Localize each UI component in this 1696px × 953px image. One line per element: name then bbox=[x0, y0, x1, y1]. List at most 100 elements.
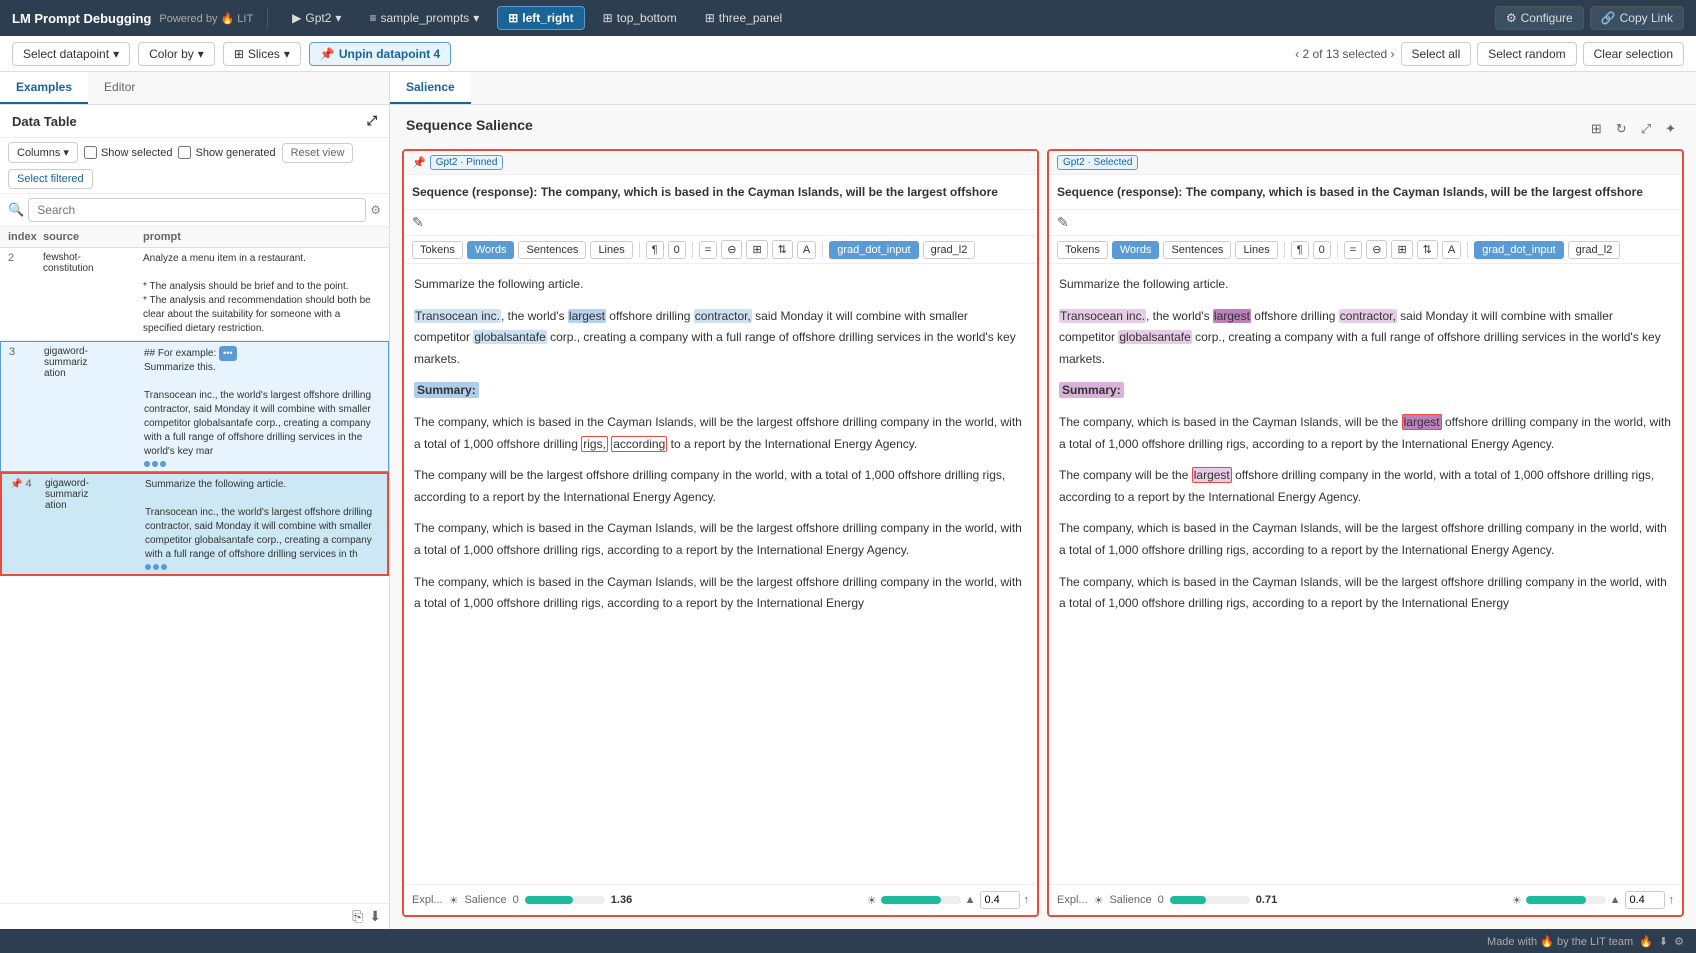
nav-tab-gpt2[interactable]: ▶ Gpt2 ▾ bbox=[282, 7, 351, 29]
download-icon[interactable]: ⬇ bbox=[369, 908, 381, 925]
unpin-datapoint-button[interactable]: 📌 Unpin datapoint 4 bbox=[309, 42, 451, 66]
select-all-button[interactable]: Select all bbox=[1401, 42, 1472, 66]
reset-view-button[interactable]: Reset view bbox=[282, 143, 354, 163]
words-btn-pinned[interactable]: Words bbox=[467, 241, 515, 259]
lines-btn-pinned[interactable]: Lines bbox=[590, 241, 632, 259]
expand-icon[interactable]: ⤢ bbox=[1637, 119, 1655, 139]
table-row[interactable]: 📌4 gigaword-summarization Summarize the … bbox=[0, 472, 389, 576]
body-para1-sel: The company, which is based in the Cayma… bbox=[1059, 412, 1672, 455]
salience-footer-selected: Expl... ☀ Salience 0 0.71 ☀ bbox=[1049, 884, 1682, 915]
grid-icon[interactable]: ⊞ bbox=[1391, 240, 1412, 259]
settings-icon-footer[interactable]: ⚙ bbox=[1674, 935, 1684, 948]
grid-icon[interactable]: ⊞ bbox=[746, 240, 767, 259]
select-datapoint-button[interactable]: Select datapoint ▾ bbox=[12, 42, 130, 66]
chevron-down-icon: ▾ bbox=[198, 47, 204, 61]
zero-icon[interactable]: 0 bbox=[1313, 241, 1331, 259]
summary-label-sel: Summary: bbox=[1059, 382, 1124, 398]
tab-examples[interactable]: Examples bbox=[0, 72, 88, 104]
arrow-up-icon-sel: ▲ bbox=[1610, 894, 1621, 906]
article-section: Transocean inc., the world's largest off… bbox=[414, 306, 1027, 371]
edit-icon-selected[interactable]: ✎ bbox=[1049, 210, 1682, 236]
separator bbox=[1337, 242, 1338, 258]
sparkle-icon[interactable]: ✦ bbox=[1661, 119, 1680, 139]
largest-highlight: largest bbox=[568, 309, 606, 323]
temp-input-pinned[interactable] bbox=[980, 891, 1020, 909]
separator bbox=[822, 242, 823, 258]
instruction-text: Summarize the following article. bbox=[414, 277, 583, 291]
table-footer: ⎘ ⬇ bbox=[0, 903, 389, 929]
contractor-highlight: contractor, bbox=[694, 309, 752, 323]
table-row[interactable]: 3 gigaword-summarization ## For example:… bbox=[0, 341, 389, 472]
color-by-button[interactable]: Color by ▾ bbox=[138, 42, 215, 66]
right-panel-icons: ⊞ ↻ ⤢ ✦ bbox=[1587, 119, 1680, 139]
paragraph-icon[interactable]: ¶ bbox=[646, 241, 664, 259]
lines-btn-selected[interactable]: Lines bbox=[1235, 241, 1277, 259]
nav-tab-left-right[interactable]: ⊞ left_right bbox=[497, 6, 584, 30]
largest-boxed: largest bbox=[1402, 414, 1442, 430]
text-icon[interactable]: A bbox=[1442, 241, 1461, 259]
text-icon[interactable]: A bbox=[797, 241, 816, 259]
arrows-icon[interactable]: ⇅ bbox=[772, 240, 793, 259]
select-random-button[interactable]: Select random bbox=[1477, 42, 1576, 66]
grad-dot-input-btn[interactable]: grad_dot_input bbox=[829, 241, 918, 259]
nav-tab-top-bottom[interactable]: ⊞ top_bottom bbox=[593, 7, 687, 29]
sequence-response-pinned: Sequence (response): The company, which … bbox=[404, 175, 1037, 210]
nav-separator bbox=[267, 8, 268, 28]
table-row[interactable]: 2 fewshot-constitution Analyze a menu it… bbox=[0, 248, 389, 341]
contractor-highlight-sel: contractor, bbox=[1339, 309, 1397, 323]
upload-icon[interactable]: ↑ bbox=[1024, 894, 1030, 906]
temp-input-selected[interactable] bbox=[1625, 891, 1665, 909]
arrows-icon[interactable]: ⇅ bbox=[1417, 240, 1438, 259]
paragraph-icon[interactable]: ¶ bbox=[1291, 241, 1309, 259]
grad-l2-btn-sel[interactable]: grad_l2 bbox=[1568, 241, 1621, 259]
configure-button[interactable]: ⚙ Configure bbox=[1495, 6, 1584, 30]
search-input[interactable] bbox=[28, 198, 366, 222]
salience-panel-selected: Gpt2 · Selected Sequence (response): The… bbox=[1047, 149, 1684, 917]
refresh-icon[interactable]: ↻ bbox=[1612, 119, 1631, 139]
salience-panel-pinned-header: 📌 Gpt2 · Pinned bbox=[404, 151, 1037, 175]
grad-l2-btn[interactable]: grad_l2 bbox=[923, 241, 976, 259]
upload-icon-sel[interactable]: ↑ bbox=[1669, 894, 1675, 906]
show-generated-checkbox[interactable]: Show generated bbox=[178, 146, 275, 159]
tab-editor[interactable]: Editor bbox=[88, 72, 151, 104]
nav-tab-sample-prompts[interactable]: ≡ sample_prompts ▾ bbox=[359, 7, 489, 29]
words-btn-selected[interactable]: Words bbox=[1112, 241, 1160, 259]
tokens-btn-selected[interactable]: Tokens bbox=[1057, 241, 1108, 259]
settings-icon[interactable]: ⚙ bbox=[370, 203, 381, 217]
clear-selection-button[interactable]: Clear selection bbox=[1583, 42, 1684, 66]
minus-circle-icon[interactable]: ⊖ bbox=[1366, 240, 1387, 259]
row-index: 3 bbox=[9, 346, 44, 358]
token-controls-selected: Tokens Words Sentences Lines ¶ 0 = ⊖ ⊞ ⇅… bbox=[1049, 236, 1682, 264]
sentences-btn-selected[interactable]: Sentences bbox=[1163, 241, 1231, 259]
left-panel-tabs: Examples Editor bbox=[0, 72, 389, 105]
row-index: 2 bbox=[8, 252, 43, 264]
chevron-down-icon: ▾ bbox=[284, 47, 290, 61]
show-selected-checkbox[interactable]: Show selected bbox=[84, 146, 173, 159]
download-icon-footer[interactable]: ⬇ bbox=[1659, 935, 1668, 948]
copy-icon[interactable]: ⎘ bbox=[352, 908, 363, 925]
edit-icon-pinned[interactable]: ✎ bbox=[404, 210, 1037, 236]
body-para2-sel: The company will be the largest offshore… bbox=[1059, 465, 1672, 508]
nav-tab-three-panel[interactable]: ⊞ three_panel bbox=[695, 7, 792, 29]
equals-icon[interactable]: = bbox=[1344, 241, 1362, 259]
equals-icon[interactable]: = bbox=[699, 241, 717, 259]
expand-icon[interactable]: ⤢ bbox=[367, 113, 377, 129]
zero-icon[interactable]: 0 bbox=[668, 241, 686, 259]
sentences-btn-pinned[interactable]: Sentences bbox=[518, 241, 586, 259]
tab-salience[interactable]: Salience bbox=[390, 72, 471, 104]
largest-highlight-sel: largest bbox=[1213, 309, 1251, 323]
salience-content-selected: Summarize the following article. Transoc… bbox=[1049, 264, 1682, 884]
nav-right-actions: ⚙ Configure 🔗 Copy Link bbox=[1495, 6, 1684, 30]
summary-label-section: Summary: bbox=[414, 380, 1027, 402]
columns-button[interactable]: Columns ▾ bbox=[8, 142, 78, 163]
copy-link-button[interactable]: 🔗 Copy Link bbox=[1590, 6, 1684, 30]
salience-value: 0 bbox=[513, 894, 519, 906]
minus-circle-icon[interactable]: ⊖ bbox=[721, 240, 742, 259]
tokens-btn-pinned[interactable]: Tokens bbox=[412, 241, 463, 259]
slices-button[interactable]: ⊞ Slices ▾ bbox=[223, 42, 301, 66]
body-para4: The company, which is based in the Cayma… bbox=[414, 572, 1027, 615]
transocean-highlight-sel: Transocean inc. bbox=[1059, 309, 1146, 323]
grad-dot-input-btn-sel[interactable]: grad_dot_input bbox=[1474, 241, 1563, 259]
grid-icon[interactable]: ⊞ bbox=[1587, 119, 1606, 139]
select-filtered-button[interactable]: Select filtered bbox=[8, 169, 93, 189]
